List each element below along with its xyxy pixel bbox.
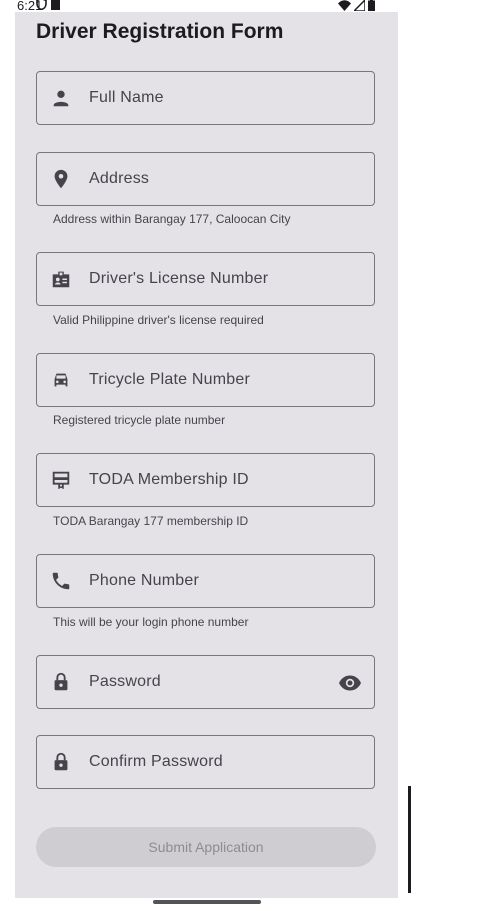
confirm-password-label: Confirm Password <box>89 753 223 770</box>
signal-icon <box>354 0 365 11</box>
status-right-icons <box>338 0 375 11</box>
address-helper: Address within Barangay 177, Caloocan Ci… <box>53 212 291 226</box>
tricycle-plate-helper: Registered tricycle plate number <box>53 413 226 427</box>
confirm-password-field[interactable]: Confirm Password <box>36 735 375 789</box>
privacy-icon <box>36 0 47 10</box>
sim-card-icon <box>51 0 60 10</box>
page-title: Driver Registration Form <box>36 20 284 43</box>
address-label: Address <box>89 170 150 187</box>
phone-number-field[interactable]: Phone Number <box>36 554 375 608</box>
status-left-icons <box>36 0 60 10</box>
eye-icon[interactable] <box>338 671 362 695</box>
scrollbar-thumb[interactable] <box>408 786 411 893</box>
lock-icon <box>50 751 72 773</box>
wifi-icon <box>338 0 351 11</box>
location-pin-icon <box>50 168 72 190</box>
person-icon <box>50 87 72 109</box>
toda-membership-helper: TODA Barangay 177 membership ID <box>53 514 249 528</box>
battery-icon <box>368 0 375 11</box>
full-name-label: Full Name <box>89 89 164 106</box>
address-field[interactable]: Address <box>36 152 375 206</box>
card-membership-icon <box>50 469 72 491</box>
lock-icon <box>50 671 72 693</box>
car-icon <box>50 369 72 391</box>
drivers-license-label: Driver's License Number <box>89 270 269 287</box>
phone-number-label: Phone Number <box>89 572 200 589</box>
full-name-field[interactable]: Full Name <box>36 71 375 125</box>
drivers-license-field[interactable]: Driver's License Number <box>36 252 375 306</box>
tricycle-plate-label: Tricycle Plate Number <box>89 371 250 388</box>
badge-icon <box>50 268 72 290</box>
gesture-nav-handle[interactable] <box>153 900 261 904</box>
tricycle-plate-field[interactable]: Tricycle Plate Number <box>36 353 375 407</box>
phone-icon <box>50 570 72 592</box>
password-label: Password <box>89 673 161 690</box>
password-field[interactable]: Password <box>36 655 375 709</box>
toda-membership-label: TODA Membership ID <box>89 471 249 488</box>
drivers-license-helper: Valid Philippine driver's license requir… <box>53 313 264 327</box>
toda-membership-field[interactable]: TODA Membership ID <box>36 453 375 507</box>
phone-number-helper: This will be your login phone number <box>53 615 249 629</box>
submit-application-button[interactable]: Submit Application <box>36 827 376 867</box>
